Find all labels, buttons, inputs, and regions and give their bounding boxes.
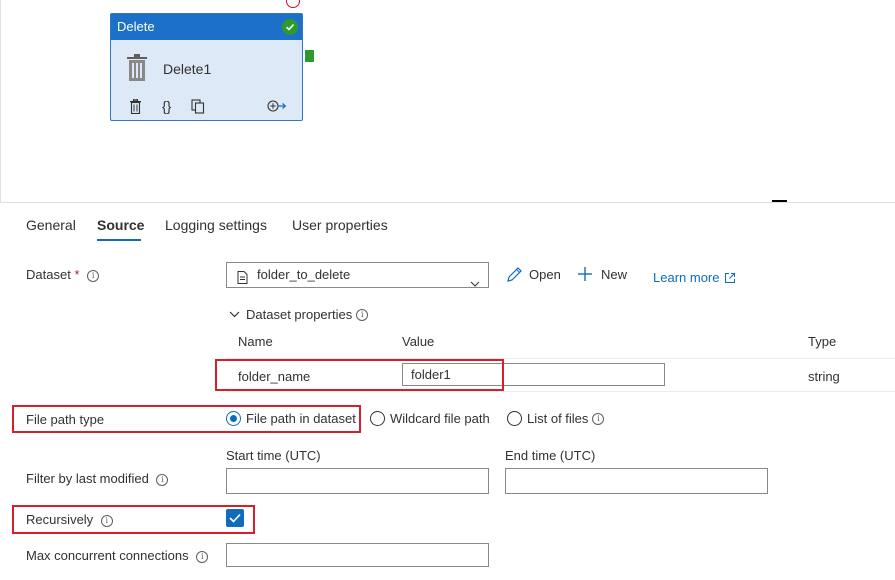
pencil-icon — [507, 267, 522, 282]
start-time-label: Start time (UTC) — [226, 448, 321, 463]
max-concurrent-connections-label: Max concurrent connections i — [26, 548, 209, 563]
info-icon[interactable]: i — [356, 308, 369, 321]
radio-list-of-files[interactable]: List of files i — [507, 411, 605, 426]
filter-last-modified-label: Filter by last modified i — [26, 471, 169, 486]
activity-header-label: Delete — [117, 19, 155, 34]
code-braces-icon[interactable]: {} — [162, 98, 171, 114]
trash-activity-icon — [125, 54, 149, 87]
table-row-divider — [226, 391, 895, 392]
success-check-icon — [282, 19, 298, 35]
info-icon[interactable]: i — [592, 412, 605, 425]
activity-header: Delete — [111, 14, 302, 40]
learn-more-label: Learn more — [653, 270, 720, 285]
info-icon[interactable]: i — [156, 473, 169, 486]
chevron-down-icon — [470, 271, 480, 295]
column-header-type: Type — [808, 334, 837, 349]
tab-user-properties[interactable]: User properties — [292, 217, 388, 233]
delete-activity-card[interactable]: Delete Delete1 {} — [110, 13, 303, 121]
dataset-label: Dataset * i — [26, 267, 100, 282]
radio-indicator — [507, 411, 522, 426]
new-label: New — [601, 266, 628, 282]
max-concurrent-connections-input[interactable] — [226, 543, 489, 567]
filter-label-text: Filter by last modified — [26, 471, 149, 486]
required-marker: * — [74, 267, 80, 282]
open-label: Open — [529, 267, 561, 282]
end-time-input[interactable] — [505, 468, 768, 494]
panel-divider — [0, 202, 895, 203]
active-tab-indicator — [97, 239, 141, 241]
dataset-file-icon — [237, 268, 248, 292]
success-output-connector[interactable] — [305, 50, 314, 62]
property-type-cell: string — [808, 369, 840, 384]
radio-indicator — [370, 411, 385, 426]
radio-label: List of files — [527, 411, 589, 426]
info-icon[interactable]: i — [87, 269, 100, 282]
highlight-box-file-path-type — [12, 405, 361, 433]
dataset-properties-toggle[interactable]: Dataset properties i — [229, 307, 369, 322]
dataset-label-text: Dataset — [26, 267, 71, 282]
radio-label: Wildcard file path — [390, 411, 490, 426]
tab-logging-settings[interactable]: Logging settings — [165, 217, 267, 233]
activity-toolbar: {} — [129, 98, 307, 114]
activity-name: Delete1 — [163, 61, 212, 77]
column-header-value: Value — [402, 334, 435, 349]
plus-icon — [578, 267, 592, 281]
chevron-down-icon — [229, 311, 240, 318]
open-dataset-button[interactable]: Open — [506, 266, 561, 283]
radio-wildcard-file-path[interactable]: Wildcard file path — [370, 411, 490, 426]
end-time-label: End time (UTC) — [505, 448, 596, 463]
max-conn-label-text: Max concurrent connections — [26, 548, 189, 563]
add-output-icon[interactable] — [267, 99, 287, 113]
tab-general[interactable]: General — [26, 217, 76, 233]
dataset-properties-label: Dataset properties — [246, 307, 353, 322]
highlight-box-recursively — [12, 505, 255, 534]
info-icon[interactable]: i — [196, 550, 209, 563]
learn-more-link[interactable]: Learn more — [653, 270, 736, 285]
new-dataset-button[interactable]: New — [577, 266, 627, 282]
highlight-box-dataset-property — [215, 359, 504, 391]
copy-icon[interactable] — [191, 98, 205, 114]
delete-icon[interactable] — [129, 98, 142, 114]
start-time-input[interactable] — [226, 468, 489, 494]
tab-source[interactable]: Source — [97, 217, 144, 233]
external-link-icon — [725, 272, 736, 283]
dataset-select-value: folder_to_delete — [257, 267, 351, 282]
column-header-name: Name — [238, 334, 273, 349]
dataset-select[interactable]: folder_to_delete — [226, 262, 489, 288]
